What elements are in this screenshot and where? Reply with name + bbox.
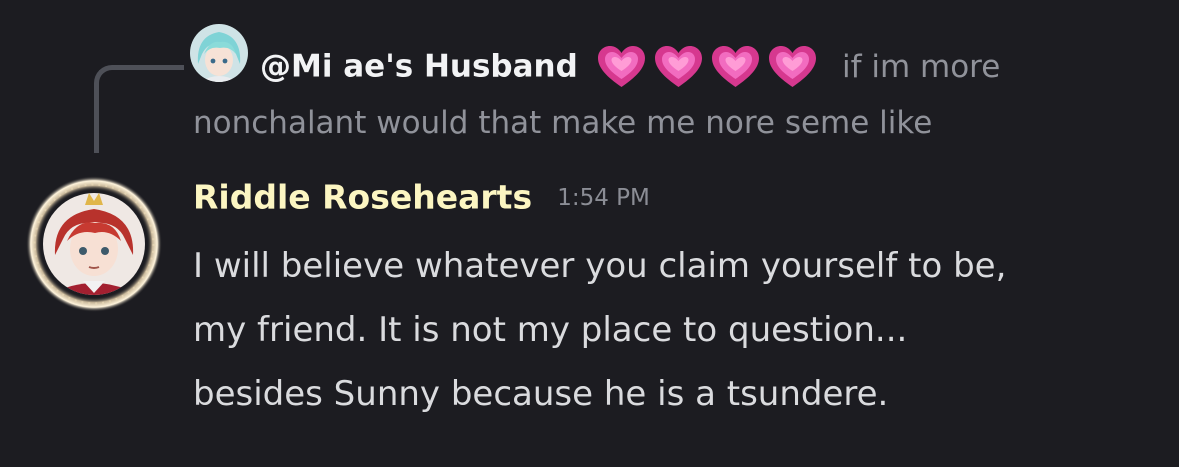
message-timestamp[interactable]: 1:54 PM (557, 185, 650, 211)
author-username[interactable]: Riddle Rosehearts (193, 178, 532, 217)
heart-emoji-icon (768, 45, 816, 87)
reply-connector-line (94, 65, 184, 153)
reply-preview-text-continued[interactable]: nonchalant would that make me nore seme … (193, 100, 932, 146)
heart-emoji-group (597, 45, 817, 89)
message-header: Riddle Rosehearts 1:54 PM (193, 172, 650, 223)
heart-emoji-icon (654, 45, 702, 87)
reply-header: @Mi ae's Husband if im more (260, 40, 1000, 92)
message-line: besides Sunny because he is a tsundere. (193, 374, 889, 414)
heart-emoji-icon (711, 45, 759, 87)
reply-avatar[interactable] (190, 24, 248, 82)
author-avatar[interactable] (25, 175, 163, 313)
message-content: I will believe whatever you claim yourse… (193, 234, 1173, 426)
heart-emoji-icon (597, 45, 645, 87)
reply-preview-text[interactable]: if im more (842, 49, 1000, 85)
reply-username[interactable]: @Mi ae's Husband (260, 49, 578, 85)
message-line: my friend. It is not my place to questio… (193, 310, 908, 350)
message-line: I will believe whatever you claim yourse… (193, 246, 1007, 286)
